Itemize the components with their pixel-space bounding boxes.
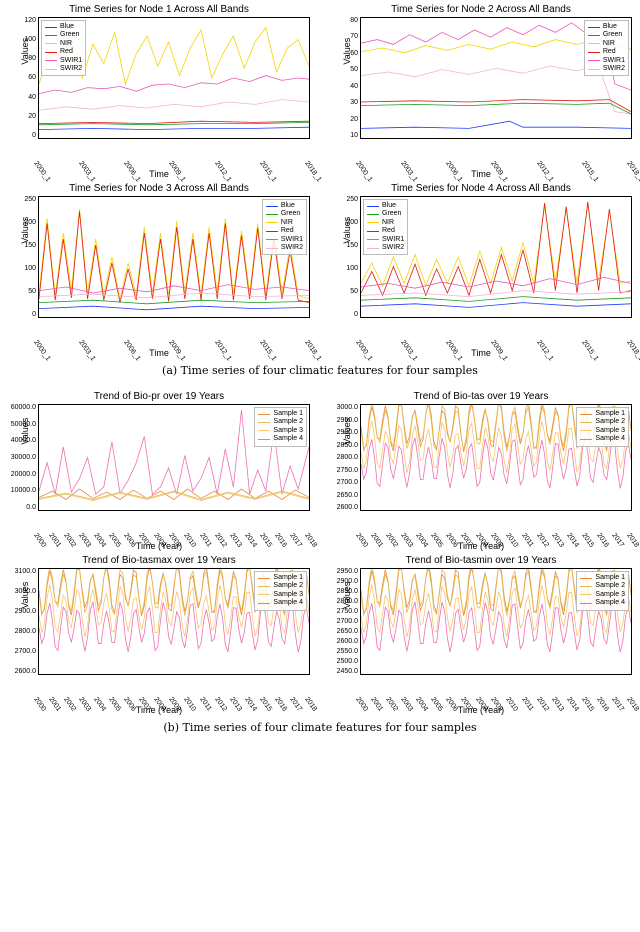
ylabel: Values	[342, 581, 352, 608]
chart-bio-tasmax: Trend of Bio-tasmax over 19 Years 2600.0…	[4, 555, 314, 715]
legend-item: Sample 1	[580, 410, 625, 418]
chart-node4: Time Series for Node 4 Across All Bands …	[326, 183, 636, 358]
legend: BlueGreenNIRRedSWIR1SWIR2	[41, 20, 86, 76]
legend-item: Sample 2	[258, 582, 303, 590]
yticks: 050100150200250	[332, 196, 358, 318]
plot-area: Sample 1Sample 2Sample 3Sample 4	[360, 568, 632, 675]
legend-item: SWIR1	[588, 57, 625, 65]
legend-item: NIR	[367, 219, 404, 227]
legend: Sample 1Sample 2Sample 3Sample 4	[254, 407, 307, 447]
xticks: 2000_12003_12006_12009_12012_12015_12018…	[360, 160, 632, 167]
ylabel: Values	[20, 217, 30, 244]
legend-item: Sample 1	[258, 410, 303, 418]
ylabel: Values	[20, 417, 30, 444]
ylabel: Values	[20, 38, 30, 65]
legend: BlueGreenNIRRedSWIR1SWIR2	[584, 20, 629, 76]
ylabel: Values	[342, 38, 352, 65]
chart-node1: Time Series for Node 1 Across All Bands …	[4, 4, 314, 179]
chart-title: Trend of Bio-tas over 19 Years	[326, 391, 636, 402]
panel-b: Trend of Bio-pr over 19 Years 0.010000.0…	[4, 391, 636, 734]
legend-item: Sample 3	[580, 591, 625, 599]
plot-area: BlueGreenNIRRedSWIR1SWIR2	[360, 196, 632, 318]
xticks: 2000200120022003200420052006200720082009…	[38, 532, 310, 539]
legend-item: Sample 4	[258, 599, 303, 607]
chart-title: Time Series for Node 2 Across All Bands	[326, 4, 636, 15]
legend-item: Blue	[588, 23, 625, 31]
legend-item: Sample 2	[258, 418, 303, 426]
plot-area: Sample 1Sample 2Sample 3Sample 4	[360, 404, 632, 511]
legend-item: Blue	[266, 202, 303, 210]
chart-title: Trend of Bio-pr over 19 Years	[4, 391, 314, 402]
legend-item: SWIR2	[266, 244, 303, 252]
legend-item: Green	[266, 210, 303, 218]
legend-item: Red	[266, 227, 303, 235]
legend-item: Red	[367, 227, 404, 235]
legend-item: SWIR1	[367, 236, 404, 244]
legend-item: Sample 3	[258, 427, 303, 435]
chart-node2: Time Series for Node 2 Across All Bands …	[326, 4, 636, 179]
legend: BlueGreenNIRRedSWIR1SWIR2	[262, 199, 307, 255]
chart-title: Time Series for Node 3 Across All Bands	[4, 183, 314, 194]
chart-title: Trend of Bio-tasmax over 19 Years	[4, 555, 314, 566]
legend: Sample 1Sample 2Sample 3Sample 4	[576, 571, 629, 611]
yticks: 050100150200250	[10, 196, 36, 318]
legend-item: SWIR2	[367, 244, 404, 252]
yticks: 1020304050607080	[332, 17, 358, 139]
chart-bio-tas: Trend of Bio-tas over 19 Years 2600.0265…	[326, 391, 636, 551]
legend-item: Sample 1	[258, 574, 303, 582]
caption-b: (b) Time series of four climate features…	[4, 721, 636, 734]
plot-area: Sample 1Sample 2Sample 3Sample 4	[38, 568, 310, 675]
legend-item: Red	[588, 48, 625, 56]
caption-a: (a) Time series of four climatic feature…	[4, 364, 636, 377]
xticks: 2000200120022003200420052006200720082009…	[360, 532, 632, 539]
xticks: 2000_12003_12006_12009_12012_12015_12018…	[360, 339, 632, 346]
legend-item: NIR	[588, 40, 625, 48]
legend-item: Sample 2	[580, 582, 625, 590]
legend-item: SWIR1	[45, 57, 82, 65]
legend: BlueGreenNIRRedSWIR1SWIR2	[363, 199, 408, 255]
xticks: 2000_12003_12006_12009_12012_12015_12018…	[38, 160, 310, 167]
xticks: 2000200120022003200420052006200720082009…	[38, 696, 310, 703]
legend-item: Sample 3	[258, 591, 303, 599]
chart-title: Time Series for Node 1 Across All Bands	[4, 4, 314, 15]
ylabel: Values	[342, 417, 352, 444]
legend-item: Green	[45, 31, 82, 39]
legend-item: Sample 1	[580, 574, 625, 582]
legend-item: SWIR2	[45, 65, 82, 73]
chart-bio-pr: Trend of Bio-pr over 19 Years 0.010000.0…	[4, 391, 314, 551]
legend: Sample 1Sample 2Sample 3Sample 4	[576, 407, 629, 447]
legend: Sample 1Sample 2Sample 3Sample 4	[254, 571, 307, 611]
plot-area: Sample 1Sample 2Sample 3Sample 4	[38, 404, 310, 511]
ylabel: Values	[20, 581, 30, 608]
legend-item: Red	[45, 48, 82, 56]
plot-area: BlueGreenNIRRedSWIR1SWIR2	[360, 17, 632, 139]
legend-item: Sample 3	[580, 427, 625, 435]
legend-item: Sample 4	[580, 435, 625, 443]
legend-item: Green	[588, 31, 625, 39]
legend-item: SWIR2	[588, 65, 625, 73]
legend-item: Sample 4	[580, 599, 625, 607]
legend-item: Blue	[45, 23, 82, 31]
legend-item: Sample 2	[580, 418, 625, 426]
plot-area: BlueGreenNIRRedSWIR1SWIR2	[38, 17, 310, 139]
chart-title: Trend of Bio-tasmin over 19 Years	[326, 555, 636, 566]
yticks: 020406080100120	[10, 17, 36, 139]
legend-item: NIR	[266, 219, 303, 227]
chart-bio-tasmin: Trend of Bio-tasmin over 19 Years 2450.0…	[326, 555, 636, 715]
panel-a: Time Series for Node 1 Across All Bands …	[4, 4, 636, 377]
chart-node3: Time Series for Node 3 Across All Bands …	[4, 183, 314, 358]
legend-item: Blue	[367, 202, 404, 210]
ylabel: Values	[342, 217, 352, 244]
plot-area: BlueGreenNIRRedSWIR1SWIR2	[38, 196, 310, 318]
legend-item: Green	[367, 210, 404, 218]
legend-item: NIR	[45, 40, 82, 48]
legend-item: Sample 4	[258, 435, 303, 443]
legend-item: SWIR1	[266, 236, 303, 244]
xticks: 2000200120022003200420052006200720082009…	[360, 696, 632, 703]
xticks: 2000_12003_12006_12009_12012_12015_12018…	[38, 339, 310, 346]
chart-title: Time Series for Node 4 Across All Bands	[326, 183, 636, 194]
